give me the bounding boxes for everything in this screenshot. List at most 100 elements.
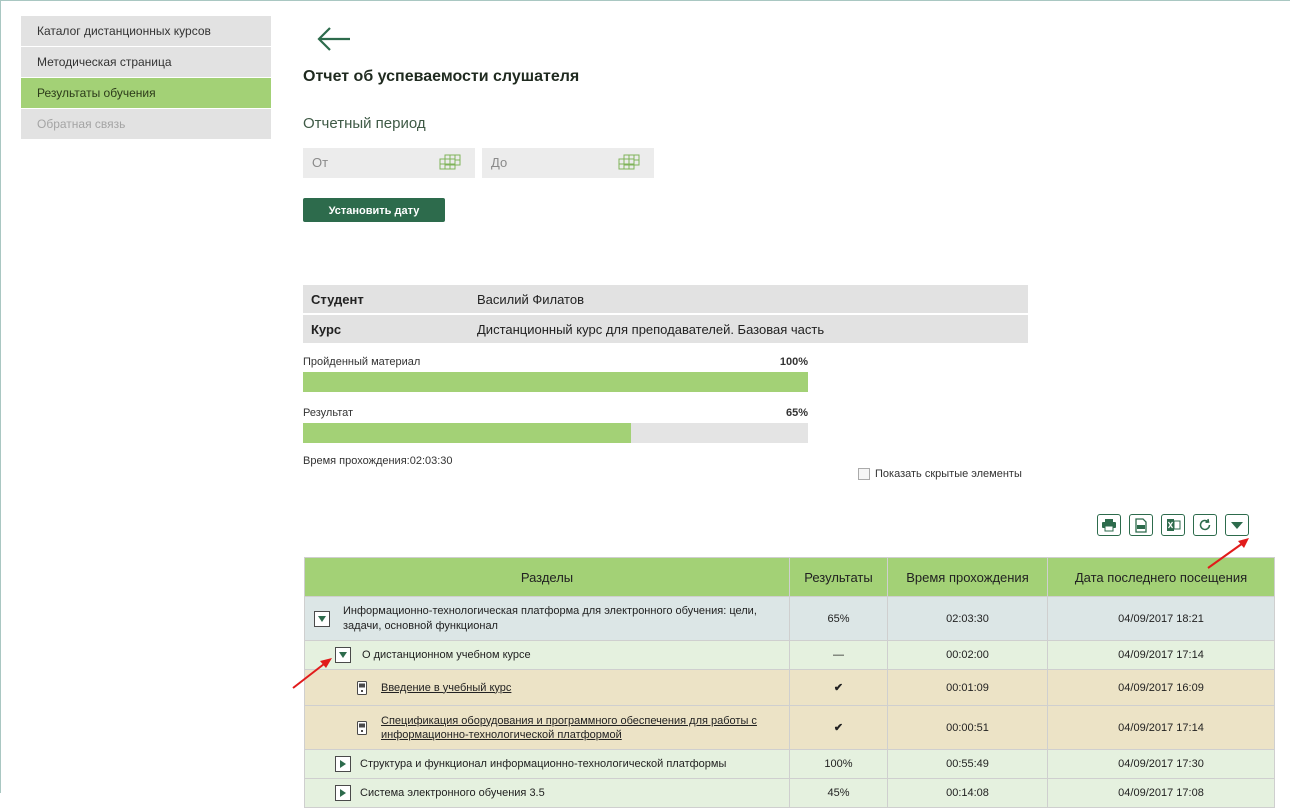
result-progress-percent: 65% xyxy=(785,407,808,419)
student-label: Студент xyxy=(303,285,469,313)
section-cell: Введение в учебный курс xyxy=(304,669,790,706)
section-title: Информационно-технологическая платформа … xyxy=(343,604,757,632)
material-progress-fill xyxy=(303,372,808,392)
excel-icon xyxy=(1166,519,1180,531)
header-time[interactable]: Время прохождения xyxy=(887,557,1048,597)
time-cell: 00:02:00 xyxy=(887,640,1048,670)
show-hidden-toggle[interactable]: Показать скрытые элементы xyxy=(858,468,1022,480)
period-label: Отчетный период xyxy=(303,115,426,132)
date-cell: 04/09/2017 17:14 xyxy=(1047,640,1275,670)
student-info-table: Студент Василий Филатов Курс Дистанционн… xyxy=(303,283,1028,345)
document-icon xyxy=(357,720,367,735)
chevron-down-icon xyxy=(318,615,326,622)
document-icon xyxy=(357,680,367,695)
pdf-icon xyxy=(1135,517,1147,533)
sidebar-item-methodical[interactable]: Методическая страница xyxy=(21,47,271,77)
time-cell: 00:00:51 xyxy=(887,705,1048,750)
window-border-top xyxy=(0,0,1290,1)
result-progress-bar xyxy=(303,423,808,443)
table-row: Структура и функционал информационно-тех… xyxy=(304,749,1275,779)
table-row: О дистанционном учебном курсе — 00:02:00… xyxy=(304,640,1275,670)
time-cell: 00:55:49 xyxy=(887,749,1048,779)
pdf-export-button[interactable] xyxy=(1129,514,1153,536)
table-row: Спецификация оборудования и программного… xyxy=(304,705,1275,750)
result-cell: — xyxy=(789,640,888,670)
back-arrow-icon[interactable] xyxy=(314,24,354,54)
date-to-field[interactable]: До xyxy=(482,148,654,178)
results-header-row: Разделы Результаты Время прохождения Дат… xyxy=(304,557,1275,597)
collapse-toggle[interactable] xyxy=(314,610,330,627)
show-hidden-checkbox[interactable] xyxy=(858,468,870,480)
collapse-toggle[interactable] xyxy=(335,647,351,663)
calendar-icon[interactable] xyxy=(618,154,640,170)
annotation-arrow-icon xyxy=(1207,538,1249,569)
lesson-link[interactable]: Спецификация оборудования и программного… xyxy=(381,714,788,742)
section-title: Система электронного обучения 3.5 xyxy=(360,787,545,799)
time-cell: 00:01:09 xyxy=(887,669,1048,706)
course-label: Курс xyxy=(303,315,469,343)
lesson-link[interactable]: Введение в учебный курс xyxy=(381,682,511,694)
results-table: Разделы Результаты Время прохождения Дат… xyxy=(304,557,1275,808)
sidebar-item-results[interactable]: Результаты обучения xyxy=(21,78,271,108)
section-cell: О дистанционном учебном курсе xyxy=(304,640,790,670)
student-value: Василий Филатов xyxy=(469,285,1028,313)
time-cell: 02:03:30 xyxy=(887,596,1048,641)
section-cell: Структура и функционал информационно-тех… xyxy=(304,749,790,779)
chevron-down-icon xyxy=(339,652,347,658)
date-from-placeholder: От xyxy=(312,155,329,170)
date-cell: 04/09/2017 17:14 xyxy=(1047,705,1275,750)
result-progress-label: Результат xyxy=(303,407,354,419)
result-cell: 100% xyxy=(789,749,888,779)
chevron-right-icon xyxy=(340,760,346,768)
result-check-icon: ✔ xyxy=(789,705,888,750)
expand-toggle[interactable] xyxy=(335,785,351,801)
sidebar: Каталог дистанционных курсов Методическа… xyxy=(21,16,271,140)
print-icon xyxy=(1102,519,1116,532)
date-cell: 04/09/2017 16:09 xyxy=(1047,669,1275,706)
print-button[interactable] xyxy=(1097,514,1121,536)
section-title: О дистанционном учебном курсе xyxy=(362,649,531,661)
export-toolbar xyxy=(1097,514,1249,536)
chevron-right-icon xyxy=(340,789,346,797)
annotation-arrow-icon xyxy=(292,658,332,689)
section-cell: Спецификация оборудования и программного… xyxy=(304,705,790,750)
result-cell: 65% xyxy=(789,596,888,641)
course-row: Курс Дистанционный курс для преподавател… xyxy=(303,315,1028,343)
section-cell: Система электронного обучения 3.5 xyxy=(304,778,790,808)
total-time: Время прохождения:02:03:30 xyxy=(303,455,453,467)
material-progress-bar xyxy=(303,372,808,392)
page-title: Отчет об успеваемости слушателя xyxy=(303,68,580,85)
date-cell: 04/09/2017 17:30 xyxy=(1047,749,1275,779)
sidebar-item-catalog[interactable]: Каталог дистанционных курсов xyxy=(21,16,271,46)
table-row: Система электронного обучения 3.5 45% 00… xyxy=(304,778,1275,808)
date-cell: 04/09/2017 18:21 xyxy=(1047,596,1275,641)
result-progress-fill xyxy=(303,423,632,443)
date-to-placeholder: До xyxy=(491,155,508,170)
material-progress-percent: 100% xyxy=(779,356,808,368)
columns-dropdown-button[interactable] xyxy=(1225,514,1249,536)
set-date-button[interactable]: Установить дату xyxy=(303,198,445,222)
student-row: Студент Василий Филатов xyxy=(303,285,1028,313)
table-row: Информационно-технологическая платформа … xyxy=(304,596,1275,641)
expand-toggle[interactable] xyxy=(335,756,351,772)
sidebar-item-feedback[interactable]: Обратная связь xyxy=(21,109,271,139)
result-check-icon: ✔ xyxy=(789,669,888,706)
refresh-button[interactable] xyxy=(1193,514,1217,536)
dropdown-icon xyxy=(1231,522,1243,529)
table-row: Введение в учебный курс ✔ 00:01:09 04/09… xyxy=(304,669,1275,706)
excel-export-button[interactable] xyxy=(1161,514,1185,536)
header-results[interactable]: Результаты xyxy=(789,557,888,597)
date-from-field[interactable]: От xyxy=(303,148,475,178)
header-sections[interactable]: Разделы xyxy=(304,557,790,597)
section-cell: Информационно-технологическая платформа … xyxy=(304,596,790,641)
time-cell: 00:14:08 xyxy=(887,778,1048,808)
calendar-icon[interactable] xyxy=(439,154,461,170)
course-value: Дистанционный курс для преподавателей. Б… xyxy=(469,315,1028,343)
section-title: Структура и функционал информационно-тех… xyxy=(360,758,727,770)
result-cell: 45% xyxy=(789,778,888,808)
material-progress-label: Пройденный материал xyxy=(303,356,421,368)
refresh-icon xyxy=(1199,518,1211,531)
show-hidden-label: Показать скрытые элементы xyxy=(875,468,1022,480)
window-border-left xyxy=(0,0,1,793)
date-cell: 04/09/2017 17:08 xyxy=(1047,778,1275,808)
